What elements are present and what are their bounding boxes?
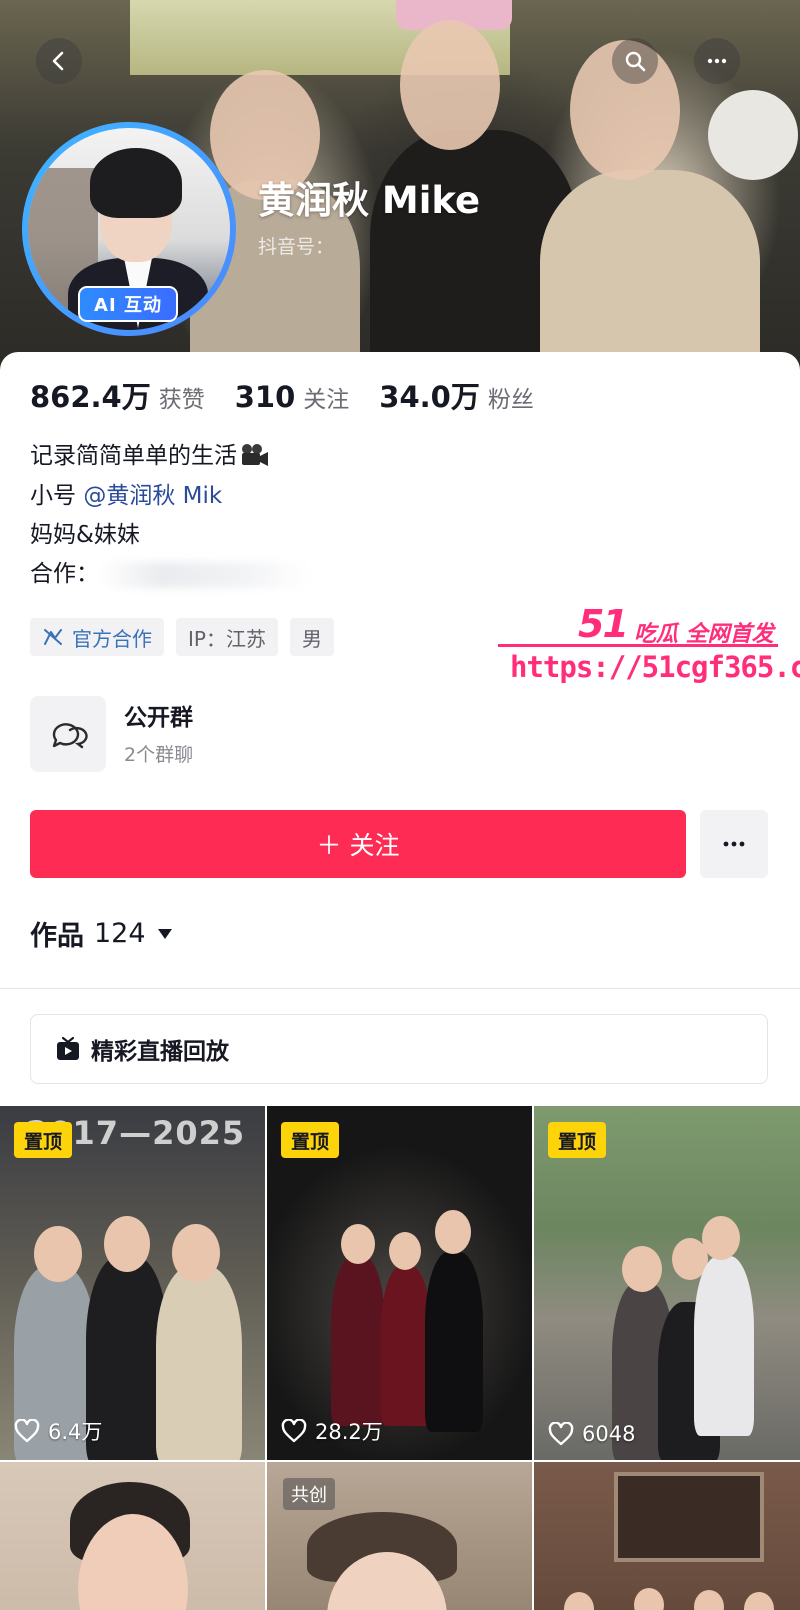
tile-window xyxy=(614,1472,764,1562)
live-replay-label: 精彩直播回放 xyxy=(91,1039,229,1065)
watermark-brand-number: 51 xyxy=(578,602,629,646)
tile-figure xyxy=(694,1256,754,1436)
heart-icon xyxy=(548,1422,574,1446)
following-label[interactable]: 关注 xyxy=(303,380,349,414)
douyin-id[interactable]: 抖音号： xyxy=(258,232,334,259)
tile-likes-count: 28.2万 xyxy=(315,1420,383,1444)
cover-face-middle xyxy=(400,20,500,150)
tile-head xyxy=(341,1224,375,1264)
chat-bubbles-icon xyxy=(52,723,88,749)
gender-tag: 男 xyxy=(289,618,334,656)
tile-figure xyxy=(381,1266,431,1426)
alt-account-link[interactable]: @黄润秋 Mik xyxy=(83,483,222,509)
tile-head xyxy=(564,1592,594,1610)
ai-interaction-badge[interactable]: AI 互动 xyxy=(78,286,178,322)
profile-nickname: 黄润秋 Mike xyxy=(258,179,481,222)
following-count[interactable]: 310 xyxy=(235,380,296,414)
search-button[interactable] xyxy=(612,38,658,84)
followers-label[interactable]: 粉丝 xyxy=(488,380,534,414)
cooperation-label: 合作： xyxy=(30,561,99,587)
watermark-url: https://51cgf365.com xyxy=(510,650,800,684)
works-label: 作品 xyxy=(30,921,84,952)
tile-head xyxy=(744,1592,774,1610)
tile-figure xyxy=(156,1266,242,1460)
search-icon xyxy=(625,51,646,72)
cover-person-right xyxy=(540,170,760,380)
heart-icon xyxy=(14,1419,40,1443)
pinned-badge: 置顶 xyxy=(281,1122,340,1158)
section-divider xyxy=(0,988,800,989)
chevron-left-icon xyxy=(52,51,64,71)
tile-head xyxy=(389,1232,421,1270)
live-replay-icon xyxy=(57,1036,79,1060)
likes-label: 获赞 xyxy=(158,387,205,413)
tile-likes: 6.4万 xyxy=(14,1416,102,1446)
official-cooperation-label: 官方合作 xyxy=(72,626,152,651)
tile-likes-count: 6.4万 xyxy=(48,1420,103,1444)
tile-head xyxy=(435,1210,471,1254)
avatar-hair xyxy=(90,148,182,218)
video-tile[interactable]: 共创 xyxy=(267,1462,532,1610)
works-count: 124 xyxy=(94,918,146,949)
likes-count: 862.4万 xyxy=(30,380,151,414)
more-menu-button[interactable] xyxy=(694,38,740,84)
bio-line-4: 合作： xyxy=(30,554,309,588)
followers-count[interactable]: 34.0万 xyxy=(379,374,480,416)
back-button[interactable] xyxy=(36,38,82,84)
video-tile[interactable] xyxy=(0,1462,265,1610)
tile-likes: 6048 xyxy=(548,1422,635,1446)
bio-line-1: 记录简简单单的生活 xyxy=(30,436,269,470)
tile-head xyxy=(702,1216,740,1260)
live-replay-button[interactable]: 精彩直播回放 xyxy=(30,1014,768,1084)
tile-head xyxy=(622,1246,662,1292)
tile-head xyxy=(104,1216,150,1272)
bio-alt-prefix: 小号 xyxy=(30,483,84,509)
video-tile[interactable] xyxy=(534,1462,800,1610)
tile-likes-count: 6048 xyxy=(582,1422,636,1446)
tab-works[interactable]: 作品 124 xyxy=(30,914,174,953)
group-chat-count: 2个群聊 xyxy=(124,744,194,766)
group-chat-entry[interactable] xyxy=(30,696,106,772)
profile-stats: 862.4万 获赞 310 关注 34.0万 粉丝 xyxy=(30,374,564,416)
blurred-contact xyxy=(99,561,309,588)
tile-likes: 28.2万 xyxy=(281,1416,383,1446)
video-tile[interactable]: 2017—2025 置顶 6.4万 xyxy=(0,1106,265,1460)
tile-head xyxy=(172,1224,220,1282)
tile-figure xyxy=(331,1256,385,1426)
tile-head xyxy=(634,1588,664,1610)
movie-camera-icon xyxy=(242,444,268,466)
cover-ball xyxy=(708,90,798,180)
video-tile[interactable]: 置顶 6048 xyxy=(534,1106,800,1460)
ip-location-tag: IP：江苏 xyxy=(176,618,278,656)
tile-head xyxy=(34,1226,82,1282)
caret-down-icon xyxy=(157,928,172,939)
bio-line-3: 妈妈&妹妹 xyxy=(30,522,140,548)
more-actions-button[interactable] xyxy=(700,810,768,878)
tile-figure xyxy=(425,1252,483,1432)
bio-line-2: 小号 @黄润秋 Mik xyxy=(30,476,222,510)
video-tile[interactable]: 置顶 28.2万 xyxy=(267,1106,532,1460)
watermark-divider xyxy=(498,644,778,647)
profile-tags: 官方合作 IP：江苏 男 xyxy=(30,618,334,656)
pinned-badge: 置顶 xyxy=(548,1122,607,1158)
heart-icon xyxy=(281,1419,307,1443)
official-cooperation-icon xyxy=(44,629,62,645)
pinned-badge: 置顶 xyxy=(14,1122,73,1158)
tile-head xyxy=(694,1590,724,1610)
bio-text: 记录简简单单的生活 xyxy=(30,443,237,469)
group-chat-title[interactable]: 公开群 xyxy=(124,698,193,732)
official-cooperation-tag[interactable]: 官方合作 xyxy=(30,618,164,656)
follow-button[interactable]: ＋ 关注 xyxy=(30,810,686,878)
ellipsis-icon xyxy=(723,841,745,847)
co-create-badge: 共创 xyxy=(283,1478,335,1510)
ellipsis-icon xyxy=(707,58,727,64)
